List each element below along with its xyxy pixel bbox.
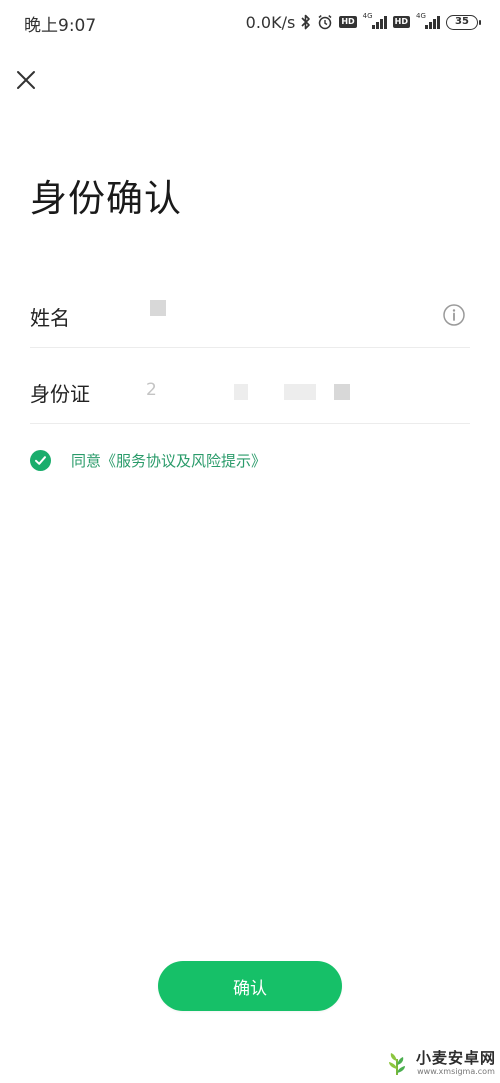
battery-icon: 35 [446, 14, 481, 30]
hd-icon: HD [392, 16, 410, 28]
id-card-partial-char: 2 [146, 380, 157, 400]
alarm-icon [317, 14, 333, 30]
close-button[interactable] [12, 66, 40, 94]
status-time: 晚上9:07 [24, 16, 97, 36]
id-card-label: 身份证 [30, 382, 90, 406]
name-field-row: 姓名 [30, 288, 470, 348]
agreement-row: 同意《服务协议及风险提示》 [30, 448, 266, 472]
close-icon [17, 71, 35, 89]
check-icon [35, 455, 46, 465]
id-card-divider [30, 423, 470, 424]
confirm-button[interactable]: 确认 [158, 961, 342, 1011]
id-field-row: 身份证 2 [30, 364, 470, 424]
agreement-checkbox[interactable] [30, 449, 51, 471]
info-icon[interactable] [442, 303, 466, 327]
network-type-label: 4G [362, 12, 373, 20]
agreement-link[interactable]: 同意《服务协议及风险提示》 [71, 450, 266, 471]
status-bar: 晚上9:07 0.0K/s HD 4G HD 4G 35 [0, 0, 500, 44]
watermark-url: www.xmsigma.com [417, 1067, 495, 1076]
name-divider [30, 347, 470, 348]
id-card-input[interactable] [146, 374, 416, 408]
signal-icon: 4G [416, 12, 440, 29]
wheat-logo-icon [388, 1052, 405, 1075]
masked-text [284, 384, 316, 400]
watermark: 小麦安卓网 www.xmsigma.com [384, 1050, 496, 1077]
masked-text [150, 300, 166, 316]
hd-icon: HD [339, 16, 357, 28]
masked-text [334, 384, 350, 400]
status-icons: 0.0K/s HD 4G HD 4G 35 [245, 11, 481, 33]
name-label: 姓名 [30, 306, 70, 330]
bluetooth-icon [301, 14, 311, 30]
watermark-title: 小麦安卓网 [415, 1049, 496, 1067]
name-input[interactable] [146, 298, 416, 332]
signal-icon: 4G [362, 12, 387, 29]
network-type-label: 4G [416, 12, 426, 20]
masked-text [234, 384, 248, 400]
network-speed: 0.0K/s [245, 12, 296, 32]
page-title: 身份确认 [30, 177, 182, 220]
watermark-text: 小麦安卓网 www.xmsigma.com [416, 1050, 496, 1077]
